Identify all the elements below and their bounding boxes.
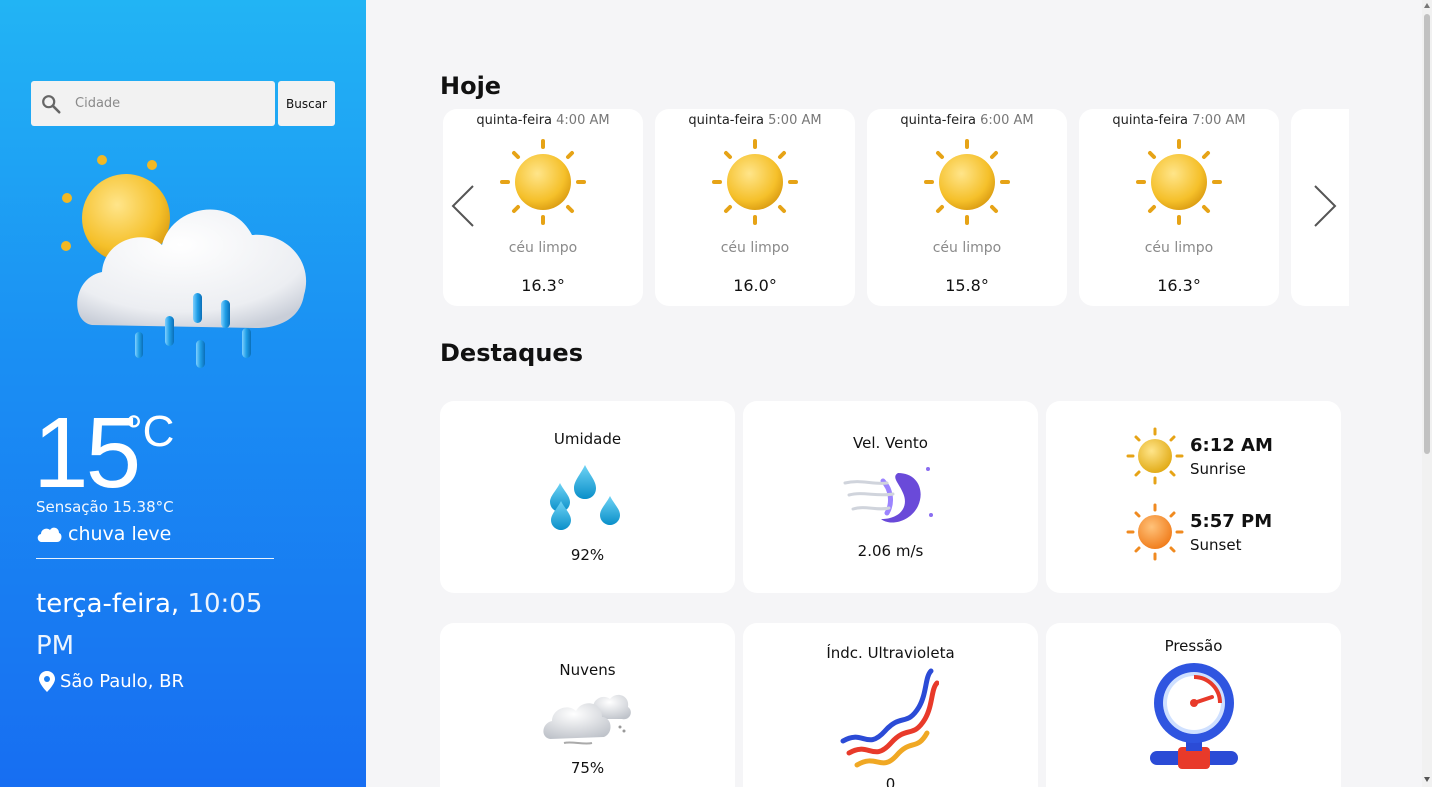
feels-like-value: 15.38°C [112, 498, 174, 516]
water-drops-icon [550, 465, 620, 530]
location-pin-icon [39, 671, 55, 692]
clouds-icon [543, 694, 631, 745]
wind-icon [843, 467, 933, 523]
pressure-gauge-icon [1150, 663, 1238, 769]
hour-card-header: quinta-feira 4:00 AM [443, 113, 643, 128]
humidity-card: Umidade 92% [440, 401, 735, 593]
pressure-card: Pressão [1046, 623, 1341, 787]
sun-icon [1136, 139, 1222, 225]
uv-waves-icon [840, 668, 939, 768]
sunrise-row: 6:12 AM Sunrise [1126, 427, 1273, 485]
hour-card-temperature: 16.3° [1157, 276, 1201, 295]
current-datetime: terça-feira, 10:05 PM [36, 583, 296, 667]
hour-card-header: quinta-feira 6:00 AM [867, 113, 1067, 128]
sunset-time: 5:57 PM [1190, 510, 1273, 532]
today-title: Hoje [440, 72, 502, 100]
scrollbar-thumb[interactable] [1424, 14, 1430, 454]
hour-card-temperature: 16.3° [521, 276, 565, 295]
hour-card: quinta-feira 7:00 AM céu limpo 16.3° [1079, 109, 1279, 306]
clouds-value: 75% [570, 759, 605, 777]
hour-card-temperature: 15.8° [945, 276, 989, 295]
search-input[interactable] [75, 81, 271, 126]
search-icon [42, 95, 61, 114]
hour-card-day: quinta-feira [476, 113, 553, 128]
divider [36, 558, 274, 559]
location-text: São Paulo, BR [60, 671, 184, 692]
sun-icon [924, 139, 1010, 225]
sunrise-time: 6:12 AM [1190, 434, 1273, 456]
hour-card: quinta-feira 6:00 AM céu limpo 15.8° [867, 109, 1067, 306]
hour-card-header: quinta-feira 5:00 AM [655, 113, 855, 128]
hour-card-time: 5:00 AM [768, 113, 822, 128]
hour-card-temperature: 16.0° [733, 276, 777, 295]
humidity-label: Umidade [553, 430, 622, 448]
sun-card: 6:12 AM Sunrise 5:57 PM Sunset [1046, 401, 1341, 593]
hour-card-time: 4:00 AM [556, 113, 610, 128]
current-temperature: 15 [33, 397, 141, 509]
hour-card-description: céu limpo [720, 240, 790, 256]
hour-card-header: quinta-feira 7:00 AM [1079, 113, 1279, 128]
sun-cloud-rain-icon [61, 155, 307, 368]
search-button[interactable]: Buscar [278, 81, 335, 126]
hour-card-description: céu limpo [932, 240, 1002, 256]
sunset-label: Sunset [1190, 535, 1242, 554]
clouds-label: Nuvens [559, 661, 616, 679]
temperature-unit: °C [125, 407, 175, 456]
wind-value: 2.06 m/s [857, 542, 924, 560]
hour-card-day: quinta-feira [900, 113, 977, 128]
sunrise-label: Sunrise [1190, 459, 1246, 478]
hour-card-time: 6:00 AM [980, 113, 1034, 128]
current-day: terça-feira, [36, 589, 180, 619]
hour-card-description: céu limpo [1144, 240, 1214, 256]
cloud-icon [37, 527, 62, 542]
scroll-down-arrow-icon[interactable] [1424, 777, 1430, 782]
hourly-carousel: quinta-feira 4:00 AM céu limpo 16.3° quinta… [443, 109, 1349, 306]
sunset-row: 5:57 PM Sunset [1126, 503, 1272, 561]
scroll-up-arrow-icon[interactable] [1424, 3, 1430, 8]
sunset-icon [1126, 503, 1184, 561]
hour-card-time: 7:00 AM [1192, 113, 1246, 128]
location: São Paulo, BR [38, 671, 184, 692]
hour-card-day: quinta-feira [1112, 113, 1189, 128]
sidebar: Buscar 15 °C Sens [0, 0, 366, 787]
uv-card: Índc. Ultravioleta 0 [743, 623, 1038, 787]
pressure-label: Pressão [1164, 637, 1223, 655]
highlights-title: Destaques [440, 339, 583, 367]
hour-card-description: céu limpo [508, 240, 578, 256]
condition-text: chuva leve [68, 523, 172, 545]
carousel-next-arrow-icon[interactable] [1305, 180, 1345, 232]
feels-like: Sensação 15.38°C [36, 498, 174, 516]
uv-value: 0 [885, 775, 896, 787]
search-box [31, 81, 275, 126]
sun-icon [712, 139, 798, 225]
scrollbar[interactable] [1422, 0, 1432, 787]
wind-label: Vel. Vento [853, 434, 928, 452]
sun-icon [500, 139, 586, 225]
hour-card-day: quinta-feira [688, 113, 765, 128]
wind-card: Vel. Vento 2.06 m/s [743, 401, 1038, 593]
hour-card-header: quinta-feira [1291, 113, 1349, 128]
feels-like-label: Sensação [36, 498, 108, 516]
hour-card: quinta-feira 5:00 AM céu limpo 16.0° [655, 109, 855, 306]
clouds-card: Nuvens 75% [440, 623, 735, 787]
humidity-value: 92% [570, 546, 605, 564]
sunrise-icon [1126, 427, 1184, 485]
carousel-prev-arrow-icon[interactable] [443, 180, 483, 232]
uv-label: Índc. Ultravioleta [826, 644, 955, 662]
current-condition: chuva leve [36, 523, 171, 545]
